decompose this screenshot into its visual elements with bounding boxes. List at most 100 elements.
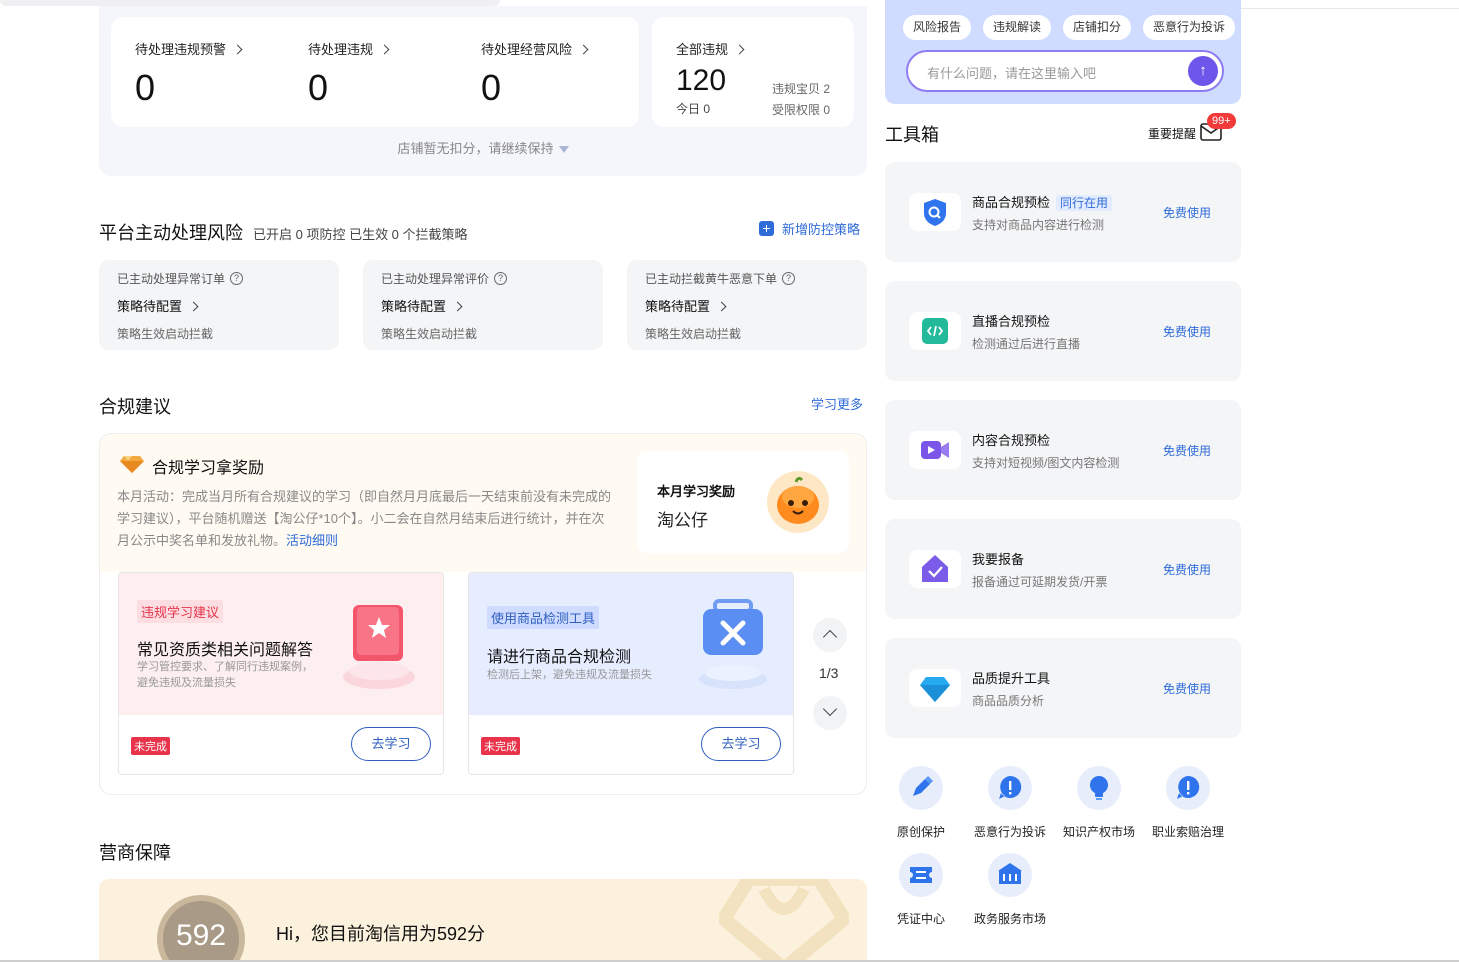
- quick-label: 凭证中心: [896, 912, 945, 926]
- free-use-link[interactable]: 免费使用: [1163, 323, 1211, 340]
- stat-pending-violation[interactable]: 待处理违规 0: [308, 39, 390, 108]
- activity-rules-link[interactable]: 活动细则: [286, 533, 338, 548]
- quick-claim-governance[interactable]: 职业索赔治理: [1143, 766, 1233, 840]
- help-icon[interactable]: ?: [230, 272, 244, 286]
- all-violations-card[interactable]: 全部违规 120 今日 0 违规宝贝 2 受限权限 0: [652, 17, 854, 127]
- pager-indicator: 1/3: [819, 665, 839, 681]
- baby-violation-label: 违规宝贝: [772, 82, 821, 96]
- ticket-icon: [899, 853, 943, 897]
- chip-store-deduction[interactable]: 店铺扣分: [1063, 15, 1132, 40]
- learning-tag: 使用商品检测工具: [487, 606, 600, 629]
- free-use-link[interactable]: 免费使用: [1163, 204, 1211, 221]
- today-value: 0: [703, 102, 711, 116]
- quick-malicious-complaint[interactable]: 恶意行为投诉: [965, 766, 1055, 840]
- bulb-icon: [1077, 766, 1121, 810]
- baby-violation-value: 2: [823, 82, 831, 96]
- reward-description: 本月活动：完成当月所有合规建议的学习（即自然月月底最后一天结束前没有未完成的学习…: [117, 486, 617, 552]
- scroll-up-button[interactable]: [813, 618, 847, 652]
- add-strategy-label: 新增防控策略: [782, 222, 861, 237]
- assistant-placeholder: 有什么问题，请在这里输入吧: [927, 66, 1097, 81]
- risk-card-review[interactable]: 已主动处理异常评价? 策略待配置 策略生效启动拦截: [363, 260, 603, 350]
- stat-label: 待处理违规: [308, 42, 374, 57]
- study-button[interactable]: 去学习: [701, 727, 781, 761]
- chip-malicious-complaint[interactable]: 恶意行为投诉: [1143, 15, 1236, 40]
- risk-card-note: 策略生效启动拦截: [117, 327, 214, 341]
- learn-more-link[interactable]: 学习更多: [811, 394, 863, 413]
- tool-desc: 支持对短视频/图文内容检测: [972, 456, 1120, 470]
- tool-desc: 商品品质分析: [972, 694, 1045, 708]
- status-badge: 未完成: [131, 737, 170, 755]
- tool-product-check[interactable]: 商品合规预检 同行在用 支持对商品内容进行检测 免费使用: [885, 162, 1241, 262]
- diamond-icon: [920, 677, 950, 702]
- tool-content-check[interactable]: 内容合规预检 支持对短视频/图文内容检测 免费使用: [885, 400, 1241, 500]
- learning-desc: 检测后上架，避免违规及流量损失: [487, 669, 652, 681]
- important-reminder[interactable]: 重要提醒: [1148, 125, 1196, 142]
- limited-permission-value: 0: [823, 103, 831, 117]
- learning-title: 常见资质类相关问题解答: [137, 642, 314, 659]
- add-strategy-link[interactable]: + 新增防控策略: [759, 219, 860, 239]
- bank-icon: [988, 853, 1032, 897]
- diamond-icon: [120, 456, 144, 473]
- stat-label: 待处理违规预警: [135, 42, 227, 57]
- chip-violation-explain[interactable]: 违规解读: [983, 15, 1052, 40]
- reward-desc-text: 本月活动：完成当月所有合规建议的学习（即自然月月底最后一天结束前没有未完成的学习…: [117, 489, 612, 548]
- scroll-down-button[interactable]: [813, 696, 847, 730]
- credit-score: 592: [175, 919, 227, 952]
- violation-summary-panel: 待处理违规预警 0 待处理违规 0 待处理经营风险 0 全部违规 120 今日 …: [99, 6, 867, 176]
- chevron-right-icon: [232, 44, 243, 55]
- shield-search-icon: [924, 199, 946, 226]
- toolbox-illustration: [699, 599, 767, 689]
- learning-card-qualification[interactable]: 违规学习建议 常见资质类相关问题解答 学习管控要求、了解同行违规案例，避免违规及…: [118, 572, 444, 775]
- monthly-reward-card: 本月学习奖励 淘公仔: [637, 451, 849, 553]
- quick-label: 原创保护: [896, 825, 945, 839]
- free-use-link[interactable]: 免费使用: [1163, 442, 1211, 459]
- quick-label: 恶意行为投诉: [973, 825, 1046, 839]
- free-use-link[interactable]: 免费使用: [1163, 680, 1211, 697]
- learning-tag: 违规学习建议: [137, 600, 224, 623]
- platform-risk-header: 平台主动处理风险 已开启 0 项防控 已生效 0 个拦截策略: [99, 219, 468, 245]
- tool-live-check[interactable]: 直播合规预检 检测通过后进行直播 免费使用: [885, 281, 1241, 381]
- chevron-right-icon: [379, 44, 390, 55]
- study-button[interactable]: 去学习: [351, 727, 431, 761]
- toolbox-title: 工具箱: [885, 125, 939, 145]
- tool-filing[interactable]: 我要报备 报备通过可延期发货/开票 免费使用: [885, 519, 1241, 619]
- tool-desc: 支持对商品内容进行检测: [972, 218, 1105, 232]
- risk-card-title: 已主动处理异常评价: [381, 272, 490, 286]
- code-icon: [922, 318, 948, 344]
- risk-card-note: 策略生效启动拦截: [645, 327, 742, 341]
- quick-original-protection[interactable]: 原创保护: [876, 766, 966, 840]
- notification-badge: 99+: [1207, 113, 1236, 129]
- all-violations-value: 120: [676, 64, 727, 97]
- note-text: 店铺暂无扣分，请继续保持: [397, 141, 554, 156]
- monthly-reward-label: 本月学习奖励: [657, 484, 736, 499]
- check-house-icon: [922, 555, 948, 582]
- quick-voucher-center[interactable]: 凭证中心: [876, 853, 966, 927]
- learning-title: 请进行商品合规检测: [487, 649, 632, 666]
- quick-gov-services[interactable]: 政务服务市场: [965, 853, 1055, 927]
- stat-pending-risk[interactable]: 待处理经营风险 0: [481, 39, 589, 108]
- tool-title: 商品合规预检: [972, 195, 1051, 210]
- quick-ip-market[interactable]: 知识产权市场: [1054, 766, 1144, 840]
- risk-card-title: 已主动处理异常订单: [117, 272, 226, 286]
- learning-card-product-check[interactable]: 使用商品检测工具 请进行商品合规检测 检测后上架，避免违规及流量损失 未完成 去…: [468, 572, 794, 775]
- tool-quality[interactable]: 品质提升工具 商品品质分析 免费使用: [885, 638, 1241, 738]
- chevron-right-icon: [188, 301, 199, 312]
- guarantee-title: 营商保障: [99, 843, 171, 863]
- send-arrow-icon[interactable]: ↑: [1188, 56, 1218, 86]
- stat-pending-warning[interactable]: 待处理违规预警 0: [135, 39, 243, 108]
- help-icon[interactable]: ?: [494, 272, 508, 286]
- help-icon[interactable]: ?: [782, 272, 796, 286]
- quick-label: 政务服务市场: [973, 912, 1046, 926]
- no-deduction-note[interactable]: 店铺暂无扣分，请继续保持: [99, 138, 867, 157]
- limited-permission-label: 受限权限: [772, 103, 821, 117]
- stat-value: 0: [308, 67, 329, 108]
- free-use-link[interactable]: 免费使用: [1163, 561, 1211, 578]
- credit-message: Hi，您目前淘信用为592分: [276, 924, 486, 944]
- chevron-down-icon: [822, 701, 838, 717]
- risk-card-order[interactable]: 已主动处理异常订单? 策略待配置 策略生效启动拦截: [99, 260, 339, 350]
- status-badge: 未完成: [481, 737, 520, 755]
- assistant-input[interactable]: 有什么问题，请在这里输入吧 ↑: [906, 50, 1224, 92]
- chip-risk-report[interactable]: 风险报告: [903, 15, 972, 40]
- risk-card-scalper[interactable]: 已主动拦截黄牛恶意下单? 策略待配置 策略生效启动拦截: [627, 260, 867, 350]
- quick-label: 知识产权市场: [1062, 825, 1135, 839]
